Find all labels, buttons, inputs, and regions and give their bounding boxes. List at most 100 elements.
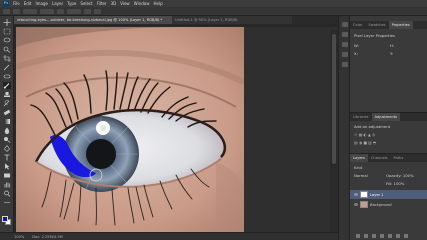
actions-panel-icon[interactable] bbox=[342, 32, 348, 37]
gradient-tool-icon[interactable] bbox=[3, 118, 11, 125]
pen-tool-icon[interactable] bbox=[3, 144, 11, 152]
menu-view[interactable]: View bbox=[120, 1, 130, 6]
document-tab-untitled[interactable]: Untitled-1 @ 50% (Layer 1, RGB/8) bbox=[172, 16, 292, 24]
menu-layer[interactable]: Layer bbox=[52, 1, 63, 6]
eye-photo-image[interactable] bbox=[16, 27, 244, 232]
quick-select-tool-icon[interactable] bbox=[3, 46, 11, 53]
healing-brush-tool-icon[interactable] bbox=[3, 73, 11, 80]
tab-layers[interactable]: Layers bbox=[350, 154, 368, 162]
document-tabs: retouching-eyes-...ouldeer, be-breedung-… bbox=[14, 16, 338, 24]
crop-tool-icon[interactable] bbox=[3, 55, 11, 62]
collapsed-panels-strip bbox=[338, 16, 350, 240]
pressure-size-toggle[interactable] bbox=[94, 8, 101, 14]
airbrush-toggle[interactable] bbox=[84, 8, 91, 14]
pasteboard bbox=[244, 27, 338, 232]
prop-width-label: W: bbox=[354, 43, 359, 48]
more-tools-icon[interactable] bbox=[3, 199, 11, 206]
properties-title: Pixel Layer Properties bbox=[354, 33, 395, 38]
prop-y-label: Y: bbox=[390, 51, 394, 56]
opacity-field[interactable]: Opacity: 100% bbox=[386, 173, 414, 178]
right-panels: Color Swatches Properties Pixel Layer Pr… bbox=[350, 16, 427, 240]
adjustments-title: Add an adjustment bbox=[354, 124, 391, 129]
properties-panel-tabs: Color Swatches Properties bbox=[350, 21, 427, 29]
prop-height-label: H: bbox=[390, 43, 395, 48]
layer-thumbnail bbox=[360, 191, 368, 198]
zoom-level[interactable]: 100% bbox=[14, 235, 24, 239]
menu-edit[interactable]: Edit bbox=[24, 1, 32, 6]
layer-style-icon[interactable] bbox=[364, 234, 368, 238]
marquee-tool-icon[interactable] bbox=[3, 28, 11, 35]
tab-channels[interactable]: Channels bbox=[368, 154, 391, 162]
mode-select[interactable] bbox=[23, 8, 37, 14]
menu-select[interactable]: Select bbox=[80, 1, 92, 6]
path-selection-tool-icon[interactable] bbox=[3, 163, 11, 170]
link-layers-icon[interactable] bbox=[356, 234, 360, 238]
brush-preset-picker[interactable] bbox=[13, 8, 20, 14]
menu-bar: Ps File Edit Image Layer Type Select Fil… bbox=[0, 0, 427, 7]
layers-footer bbox=[356, 234, 408, 238]
visibility-eye-icon[interactable] bbox=[354, 203, 358, 206]
adjustment-icons-row-1[interactable]: ☼ ▦ ◐ ▲ ◎ bbox=[354, 132, 375, 137]
new-adjustment-icon[interactable] bbox=[380, 234, 384, 238]
tab-paths[interactable]: Paths bbox=[391, 154, 407, 162]
history-brush-tool-icon[interactable] bbox=[3, 100, 11, 107]
menu-help[interactable]: Help bbox=[153, 1, 162, 6]
add-mask-icon[interactable] bbox=[372, 234, 376, 238]
tools-panel bbox=[0, 16, 14, 232]
visibility-eye-icon[interactable] bbox=[354, 193, 358, 196]
layer-thumbnail bbox=[360, 201, 368, 208]
tab-swatches[interactable]: Swatches bbox=[365, 21, 388, 29]
brush-tool-icon[interactable] bbox=[3, 82, 11, 89]
scrollbar-thumb[interactable] bbox=[332, 34, 336, 164]
status-bar: 100% Doc: 2.25M/4.5M bbox=[0, 232, 338, 240]
move-tool-icon[interactable] bbox=[3, 19, 11, 26]
document-tab-active[interactable]: retouching-eyes-...ouldeer, be-breedung-… bbox=[14, 16, 172, 24]
menu-image[interactable]: Image bbox=[35, 1, 48, 6]
eraser-tool-icon[interactable] bbox=[3, 109, 11, 116]
layers-kind-filter[interactable]: Kind bbox=[354, 165, 362, 170]
delete-layer-icon[interactable] bbox=[404, 234, 408, 238]
hand-tool-icon[interactable] bbox=[3, 181, 11, 188]
adjustment-icons-row-2[interactable]: ▤ ◑ ■ ▥ ◓ bbox=[354, 140, 376, 145]
tool-preset-picker[interactable] bbox=[3, 8, 10, 14]
dodge-tool-icon[interactable] bbox=[3, 136, 11, 143]
lasso-tool-icon[interactable] bbox=[3, 37, 11, 44]
clone-stamp-tool-icon[interactable] bbox=[3, 91, 11, 98]
blur-tool-icon[interactable] bbox=[3, 127, 11, 134]
opacity-field[interactable] bbox=[40, 8, 54, 14]
layer-row[interactable]: Layer 1 bbox=[350, 190, 427, 199]
menu-window[interactable]: Window bbox=[134, 1, 150, 6]
zoom-tool-icon[interactable] bbox=[3, 190, 11, 197]
layer-name[interactable]: Layer 1 bbox=[370, 193, 383, 197]
document-size: Doc: 2.25M/4.5M bbox=[32, 234, 63, 239]
character-panel-icon[interactable] bbox=[342, 52, 348, 57]
eyedropper-tool-icon[interactable] bbox=[3, 64, 11, 71]
menu-3d[interactable]: 3D bbox=[111, 1, 117, 6]
vertical-scrollbar[interactable] bbox=[330, 30, 338, 232]
blend-mode-select[interactable]: Normal bbox=[354, 173, 368, 178]
new-group-icon[interactable] bbox=[388, 234, 392, 238]
new-layer-icon[interactable] bbox=[396, 234, 400, 238]
photoshop-logo-icon: Ps bbox=[3, 1, 9, 6]
foreground-color-swatch[interactable] bbox=[2, 216, 8, 222]
history-panel-icon[interactable] bbox=[342, 22, 348, 27]
flow-field[interactable] bbox=[67, 8, 81, 14]
tab-libraries[interactable]: Libraries bbox=[350, 113, 372, 121]
layer-row[interactable]: Background bbox=[350, 200, 427, 209]
fill-field[interactable]: Fill: 100% bbox=[386, 181, 404, 186]
tab-adjustments[interactable]: Adjustments bbox=[371, 113, 401, 121]
canvas-area[interactable] bbox=[14, 24, 338, 232]
prop-x-label: X: bbox=[354, 51, 358, 56]
rectangle-tool-icon[interactable] bbox=[3, 172, 11, 179]
menu-type[interactable]: Type bbox=[67, 1, 76, 6]
menu-filter[interactable]: Filter bbox=[97, 1, 107, 6]
type-tool-icon[interactable] bbox=[3, 154, 11, 161]
paragraph-panel-icon[interactable] bbox=[342, 62, 348, 67]
pressure-opacity-toggle[interactable] bbox=[57, 8, 64, 14]
layer-name[interactable]: Background bbox=[370, 203, 392, 207]
menu-file[interactable]: File bbox=[13, 1, 20, 6]
tab-color[interactable]: Color bbox=[350, 21, 365, 29]
layers-panel-tabs: Layers Channels Paths bbox=[350, 154, 427, 162]
tab-properties[interactable]: Properties bbox=[388, 21, 413, 29]
info-panel-icon[interactable] bbox=[342, 42, 348, 47]
